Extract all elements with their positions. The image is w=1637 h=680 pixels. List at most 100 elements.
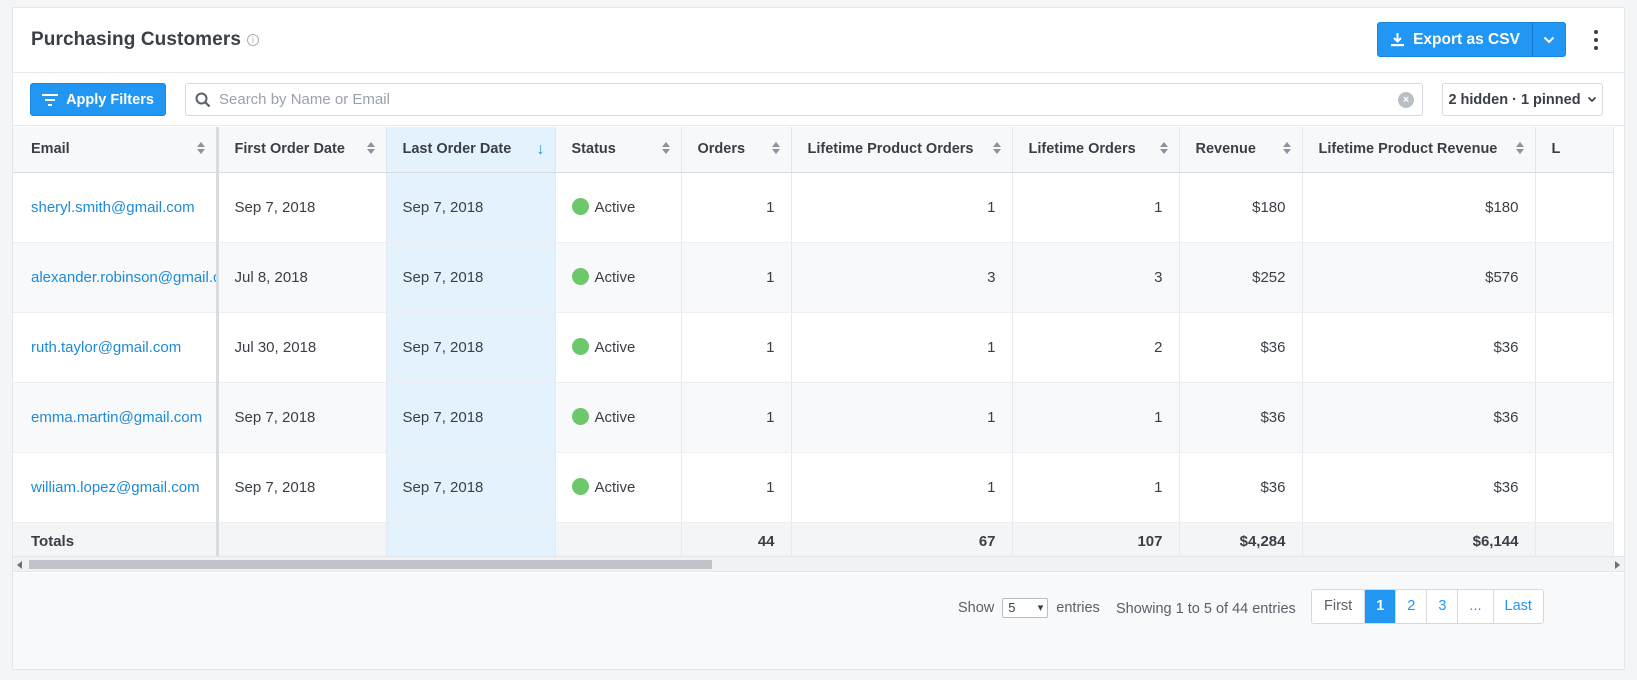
page-button-ellipsis[interactable]: ... bbox=[1458, 590, 1494, 623]
clear-search-icon[interactable]: × bbox=[1398, 91, 1414, 108]
status-text: Active bbox=[594, 479, 636, 496]
page-button-1[interactable]: 1 bbox=[1365, 590, 1397, 623]
numeric-cell: $576 bbox=[1302, 242, 1536, 313]
numeric-cell: 1 bbox=[681, 172, 792, 243]
export-options-button[interactable] bbox=[1533, 23, 1565, 56]
sort-icon[interactable] bbox=[992, 142, 1002, 156]
page-button-first[interactable]: First bbox=[1312, 590, 1366, 623]
numeric-cell: 1 bbox=[1012, 382, 1180, 453]
more-options-icon[interactable] bbox=[1593, 30, 1599, 50]
numeric-cell bbox=[1535, 452, 1614, 523]
column-header-lifetime-product-orders[interactable]: Lifetime Product Orders bbox=[791, 127, 1013, 173]
numeric-cell: $36 bbox=[1179, 382, 1303, 453]
sort-icon[interactable] bbox=[771, 142, 781, 156]
customer-email-link[interactable]: sheryl.smith@gmail.com bbox=[31, 199, 195, 216]
customer-email-link[interactable]: emma.martin@gmail.com bbox=[31, 409, 202, 426]
numeric-cell: $36 bbox=[1179, 452, 1303, 523]
numeric-cell: 1 bbox=[791, 172, 1013, 243]
export-csv-button[interactable]: Export as CSV bbox=[1378, 23, 1533, 56]
page-button-3[interactable]: 3 bbox=[1427, 590, 1459, 623]
column-header-last-order-date[interactable]: Last Order Date ↓ bbox=[386, 127, 556, 173]
status-dot-icon bbox=[571, 338, 589, 355]
table-row: william.lopez@gmail.com Sep 7, 2018 Sep 7,… bbox=[13, 452, 1614, 523]
column-header-first-order-date[interactable]: First Order Date bbox=[217, 127, 387, 173]
page-title-text: Purchasing Customers bbox=[31, 29, 241, 50]
first-order-date-cell: Sep 7, 2018 bbox=[217, 172, 387, 243]
sort-descending-icon[interactable]: ↓ bbox=[537, 141, 545, 159]
apply-filters-button[interactable]: Apply Filters bbox=[30, 83, 166, 116]
page-title: Purchasing Customers i bbox=[31, 29, 259, 51]
numeric-cell: 1 bbox=[681, 452, 792, 523]
numeric-cell: $36 bbox=[1302, 312, 1536, 383]
customers-table-container: Email First Order Date Last Order Date ↓ … bbox=[13, 127, 1624, 556]
apply-filters-label: Apply Filters bbox=[66, 91, 154, 108]
totals-row: Totals 44 67 107 $4,284 $6,144 bbox=[13, 521, 1614, 556]
column-header-lifetime-product-revenue[interactable]: Lifetime Product Revenue bbox=[1302, 127, 1536, 173]
search-input[interactable] bbox=[219, 91, 1398, 108]
numeric-cell: 1 bbox=[791, 312, 1013, 383]
status-text: Active bbox=[594, 339, 636, 356]
numeric-cell bbox=[1535, 382, 1614, 453]
scroll-left-arrow-icon[interactable] bbox=[17, 561, 22, 569]
column-header-label: Email bbox=[31, 141, 70, 158]
horizontal-scrollbar[interactable] bbox=[13, 556, 1624, 572]
column-header-orders[interactable]: Orders bbox=[681, 127, 792, 173]
numeric-cell: 3 bbox=[791, 242, 1013, 313]
first-order-date-cell: Jul 30, 2018 bbox=[217, 312, 387, 383]
customer-email-link[interactable]: alexander.robinson@gmail.com bbox=[31, 269, 214, 286]
sort-icon[interactable] bbox=[1515, 142, 1525, 156]
numeric-cell: $252 bbox=[1179, 242, 1303, 313]
status-text: Active bbox=[594, 269, 636, 286]
column-header-status[interactable]: Status bbox=[555, 127, 682, 173]
table-row: alexander.robinson@gmail.comJul 8, 2018S… bbox=[13, 242, 1614, 313]
column-header-label: Orders bbox=[697, 141, 746, 158]
column-header-truncated[interactable]: L bbox=[1535, 127, 1614, 173]
card-header: Purchasing Customers i Export as CSV bbox=[13, 8, 1624, 73]
showing-entries-text: Showing 1 to 5 of 44 entries bbox=[1116, 601, 1296, 617]
scroll-right-arrow-icon[interactable] bbox=[1615, 561, 1620, 569]
column-visibility-button[interactable]: 2 hidden · 1 pinned bbox=[1442, 83, 1603, 116]
numeric-cell: 1 bbox=[1012, 452, 1180, 523]
column-header-email[interactable]: Email bbox=[13, 127, 219, 173]
last-order-date-cell: Sep 7, 2018 bbox=[386, 242, 556, 313]
last-order-date-cell: Sep 7, 2018 bbox=[386, 452, 556, 523]
status-dot-icon bbox=[571, 198, 589, 215]
sort-icon[interactable] bbox=[661, 142, 671, 156]
status-text: Active bbox=[594, 199, 636, 216]
column-visibility-label: 2 hidden · 1 pinned bbox=[1448, 91, 1581, 108]
entries-per-page: Show 5 entries bbox=[958, 598, 1100, 618]
status-cell: Active bbox=[555, 242, 682, 313]
numeric-cell: 3 bbox=[1012, 242, 1180, 313]
page-button-last[interactable]: Last bbox=[1494, 590, 1543, 623]
sort-icon[interactable] bbox=[196, 142, 206, 156]
scrollbar-thumb[interactable] bbox=[29, 560, 712, 569]
column-header-lifetime-orders[interactable]: Lifetime Orders bbox=[1012, 127, 1180, 173]
numeric-cell bbox=[1535, 172, 1614, 243]
entries-select[interactable]: 5 bbox=[1002, 598, 1049, 618]
info-icon[interactable]: i bbox=[247, 34, 259, 46]
column-header-label: Status bbox=[571, 141, 616, 158]
sort-icon[interactable] bbox=[366, 142, 376, 156]
numeric-cell: 1 bbox=[681, 242, 792, 313]
chevron-down-icon bbox=[1587, 96, 1596, 103]
numeric-cell: 2 bbox=[1012, 312, 1180, 383]
numeric-cell: 1 bbox=[681, 382, 792, 453]
download-icon bbox=[1391, 33, 1405, 47]
page-button-2[interactable]: 2 bbox=[1396, 590, 1428, 623]
totals-cell: 67 bbox=[791, 521, 1013, 556]
search-icon bbox=[195, 92, 211, 107]
first-order-date-cell: Jul 8, 2018 bbox=[217, 242, 387, 313]
column-header-revenue[interactable]: Revenue bbox=[1179, 127, 1303, 173]
column-header-label: First Order Date bbox=[234, 141, 345, 158]
sort-icon[interactable] bbox=[1282, 142, 1292, 156]
status-text: Active bbox=[594, 409, 636, 426]
email-cell: sheryl.smith@gmail.com bbox=[13, 172, 219, 243]
totals-cell: $6,144 bbox=[1302, 521, 1536, 556]
customer-email-link[interactable]: william.lopez@gmail.com bbox=[31, 479, 200, 496]
show-label: Show bbox=[958, 600, 995, 616]
numeric-cell bbox=[1535, 242, 1614, 313]
status-cell: Active bbox=[555, 382, 682, 453]
customer-email-link[interactable]: ruth.taylor@gmail.com bbox=[31, 339, 181, 356]
status-dot-icon bbox=[571, 478, 589, 495]
sort-icon[interactable] bbox=[1159, 142, 1169, 156]
